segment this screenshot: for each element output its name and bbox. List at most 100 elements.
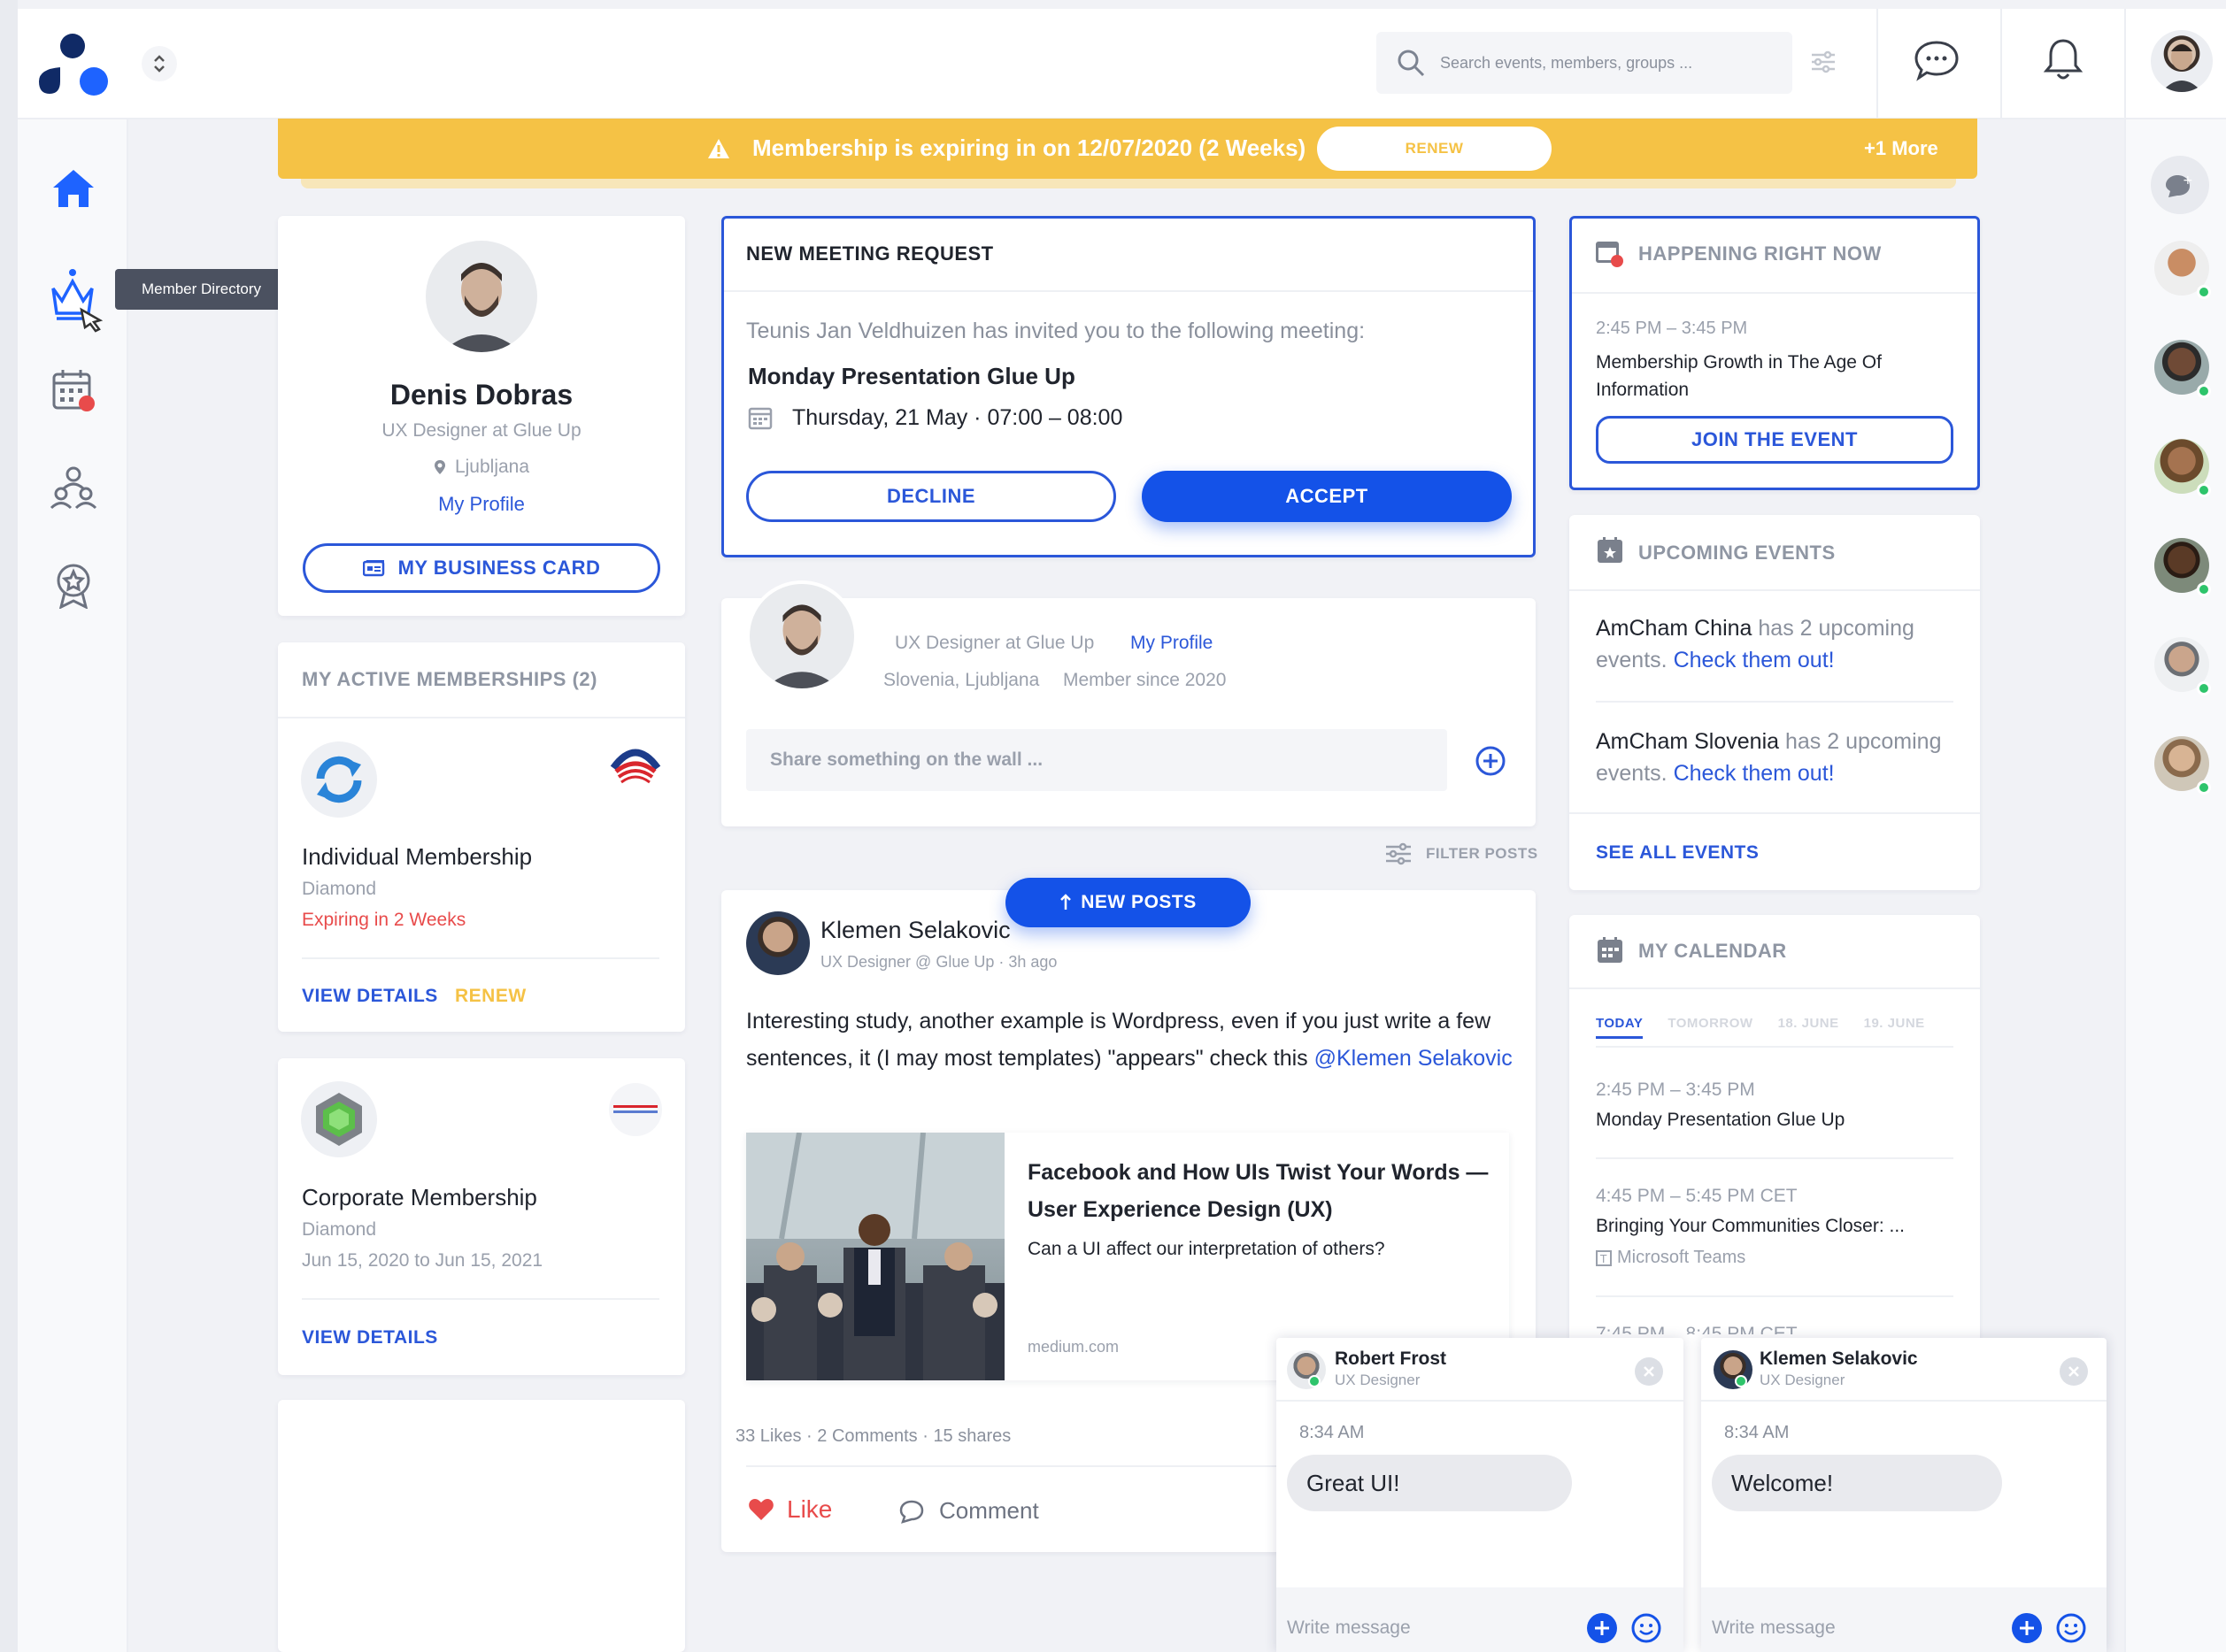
my-profile-link[interactable]: My Profile (278, 493, 685, 516)
link-preview-title[interactable]: Facebook and How UIs Twist Your Words — … (1028, 1154, 1497, 1228)
happening-time: 2:45 PM – 3:45 PM (1596, 319, 1748, 338)
calendar-event-name[interactable]: Bringing Your Communities Closer: ... (1596, 1216, 1905, 1237)
view-details-link[interactable]: VIEW DETAILS (302, 1327, 438, 1348)
member-directory-crown-icon[interactable] (50, 265, 104, 333)
calendar-event-name[interactable]: Monday Presentation Glue Up (1596, 1110, 1845, 1131)
link-preview-image (746, 1133, 1005, 1380)
chat-attach-icon[interactable] (2011, 1612, 2043, 1644)
renew-link[interactable]: RENEW (455, 986, 527, 1007)
chat-contact-name[interactable]: Klemen Selakovic (1760, 1348, 1918, 1370)
meeting-request-title: NEW MEETING REQUEST (746, 242, 994, 265)
individual-membership-icon (301, 741, 377, 818)
link-preview-description: Can a UI affect our interpretation of ot… (1028, 1239, 1385, 1259)
chat-close-icon[interactable] (1635, 1357, 1663, 1386)
divider (278, 717, 685, 718)
app-logo[interactable] (35, 27, 115, 99)
divider (302, 957, 659, 959)
divider (724, 290, 1533, 292)
chat-message-input[interactable]: Write message (1712, 1617, 1836, 1639)
comments-count[interactable]: 2 Comments (817, 1426, 917, 1446)
composer-member-since: Member since 2020 (1063, 670, 1227, 690)
add-attachment-icon[interactable] (1475, 745, 1506, 777)
chat-contact-name[interactable]: Robert Frost (1335, 1348, 1446, 1370)
tab-tomorrow[interactable]: TOMORROW (1668, 1016, 1752, 1039)
view-details-link[interactable]: VIEW DETAILS (302, 986, 438, 1007)
workspace-switcher[interactable] (142, 46, 177, 81)
user-avatar[interactable] (2151, 30, 2213, 92)
membership-name: Individual Membership (302, 843, 533, 870)
chat-message-time: 8:34 AM (1299, 1423, 1365, 1442)
post-author-name[interactable]: Klemen Selakovic (820, 917, 1011, 944)
shares-count[interactable]: 15 shares (933, 1426, 1011, 1446)
amcham-logo (609, 741, 662, 786)
calendar-tabs: TODAY TOMORROW 18. JUNE 19. JUNE (1596, 1016, 1953, 1039)
calendar-event-location: T Microsoft Teams (1596, 1248, 1745, 1268)
tab-today[interactable]: TODAY (1596, 1016, 1644, 1039)
upcoming-events-title: UPCOMING EVENTS (1638, 542, 1836, 564)
chat-emoji-icon[interactable] (1630, 1612, 1662, 1644)
new-chat-button[interactable]: + (2151, 156, 2209, 214)
badge-award-icon[interactable] (53, 563, 94, 609)
location-pin-icon (434, 460, 445, 474)
divider (1596, 1046, 1953, 1048)
membership-tier: Diamond (302, 1219, 377, 1240)
comment-icon (899, 1500, 924, 1524)
search-icon (1398, 50, 1425, 77)
banner-more-link[interactable]: +1 More (1864, 137, 1938, 160)
happening-now-title: HAPPENING RIGHT NOW (1638, 242, 1882, 265)
home-icon[interactable] (51, 168, 96, 209)
search-box[interactable]: Search events, members, groups ... (1376, 32, 1792, 94)
divider (1572, 292, 1977, 294)
divider (1276, 1400, 1683, 1402)
tab-18-june[interactable]: 18. JUNE (1778, 1016, 1839, 1039)
composer-profile-link[interactable]: My Profile (1130, 633, 1213, 654)
like-button[interactable]: Like (748, 1495, 832, 1524)
chat-close-icon[interactable] (2060, 1357, 2088, 1386)
memberships-title: MY ACTIVE MEMBERSHIPS (2) (302, 668, 597, 690)
join-event-button[interactable]: JOIN THE EVENT (1596, 416, 1953, 464)
composer-avatar[interactable] (746, 580, 858, 692)
calendar-event-time: 7:45 PM – 8:45 PM CET (1596, 1324, 1798, 1334)
my-calendar-icon (1596, 936, 1624, 964)
link-preview-source: medium.com (1028, 1338, 1120, 1356)
check-events-link[interactable]: Check them out! (1674, 648, 1835, 672)
notification-bell-icon[interactable] (2043, 37, 2084, 81)
active-memberships-card (278, 642, 685, 1032)
meeting-calendar-icon (748, 405, 773, 430)
chat-attach-icon[interactable] (1586, 1612, 1618, 1644)
chat-add-icon: + (2166, 173, 2193, 197)
warning-icon (706, 137, 731, 160)
accept-button[interactable]: ACCEPT (1142, 471, 1512, 522)
filter-sliders-icon[interactable] (1810, 49, 1837, 75)
header-divider (2000, 9, 2002, 119)
messages-icon[interactable] (1914, 39, 1960, 81)
comment-button[interactable]: Comment (898, 1497, 1039, 1525)
groups-icon[interactable] (50, 465, 97, 510)
filter-posts-button[interactable]: FILTER POSTS (1385, 842, 1538, 865)
banner-renew-button[interactable]: RENEW (1317, 127, 1552, 171)
search-input[interactable]: Search events, members, groups ... (1440, 54, 1692, 73)
profile-avatar[interactable] (426, 241, 537, 352)
post-author-avatar[interactable] (746, 911, 810, 975)
top-header (18, 9, 2226, 119)
composer-role: UX Designer at Glue Up (895, 633, 1095, 653)
divider (1596, 1157, 1953, 1159)
membership-dates: Jun 15, 2020 to Jun 15, 2021 (302, 1250, 543, 1271)
decline-button[interactable]: DECLINE (746, 471, 1116, 522)
calendar-event-time: 2:45 PM – 3:45 PM (1596, 1080, 1755, 1100)
meeting-time: Thursday, 21 May · 07:00 – 08:00 (792, 405, 1123, 430)
my-business-card-button[interactable]: MY BUSINESS CARD (303, 543, 660, 593)
tab-19-june[interactable]: 19. JUNE (1864, 1016, 1925, 1039)
wall-post-input[interactable]: Share something on the wall ... (746, 729, 1447, 791)
divider (1596, 1295, 1953, 1297)
chat-emoji-icon[interactable] (2055, 1612, 2087, 1644)
calendar-nav-icon[interactable] (51, 368, 97, 412)
upcoming-events-card (1569, 515, 1980, 890)
mention-link[interactable]: @Klemen Selakovic (1314, 1046, 1513, 1071)
check-events-link[interactable]: Check them out! (1674, 761, 1835, 786)
likes-count[interactable]: 33 Likes (736, 1426, 802, 1446)
divider (1569, 589, 1980, 591)
see-all-events-link[interactable]: SEE ALL EVENTS (1596, 842, 1759, 864)
new-posts-button[interactable]: NEW POSTS (1005, 878, 1251, 927)
chat-message-input[interactable]: Write message (1287, 1617, 1411, 1639)
